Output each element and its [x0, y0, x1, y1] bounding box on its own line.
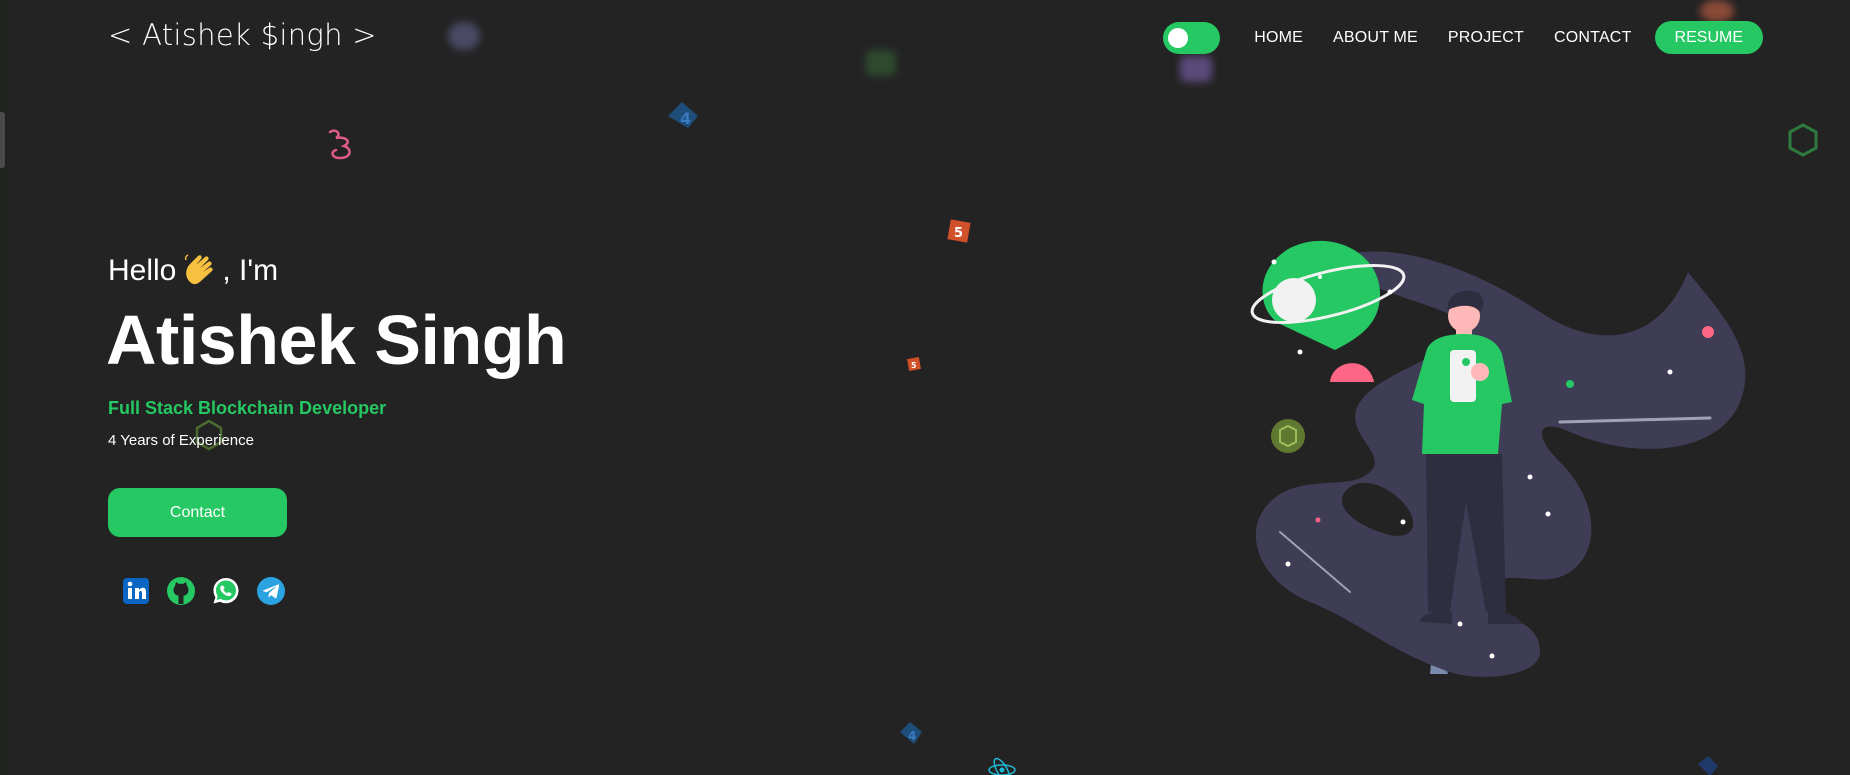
- angular-small-icon: 4: [900, 722, 922, 744]
- hero-name: Atishek Singh: [106, 301, 567, 379]
- greeting: Hello , I'm: [108, 252, 278, 290]
- github-icon: [166, 576, 195, 605]
- social-links: [119, 574, 299, 607]
- floating-blurred-icon: [1700, 0, 1734, 22]
- html5-small-icon: 5: [907, 357, 921, 371]
- whatsapp-icon: [213, 577, 238, 603]
- contact-button[interactable]: Contact: [108, 488, 287, 537]
- toggle-knob: [1168, 27, 1189, 48]
- hero-role: Full Stack Blockchain Developer: [108, 398, 387, 418]
- whatsapp-link[interactable]: [209, 574, 242, 607]
- nav-link-project[interactable]: PROJECT: [1448, 29, 1524, 47]
- floating-blurred-icon: [448, 22, 480, 50]
- floating-blurred-icon: [866, 50, 896, 76]
- svg-text:5: 5: [954, 226, 963, 241]
- nav-link-home[interactable]: HOME: [1254, 29, 1303, 47]
- scrollbar-handle[interactable]: [0, 112, 5, 168]
- nav-link-about[interactable]: ABOUT ME: [1333, 29, 1418, 47]
- svg-text:4: 4: [908, 729, 916, 743]
- main-nav: HOME ABOUT ME PROJECT CONTACT RESUME: [1163, 21, 1763, 54]
- github-link[interactable]: [164, 574, 197, 607]
- angular-icon: 4: [668, 102, 698, 128]
- theme-toggle[interactable]: [1163, 21, 1221, 54]
- html5-icon: 5: [947, 219, 971, 243]
- space-developer-illustration: [1250, 240, 1746, 677]
- svg-text:5: 5: [911, 361, 917, 370]
- react-icon: [988, 757, 1016, 775]
- linkedin-link[interactable]: [119, 574, 152, 607]
- greeting-im: , I'm: [222, 254, 279, 287]
- svg-text:4: 4: [680, 109, 691, 128]
- floating-blue-icon: [1698, 756, 1718, 775]
- resume-button[interactable]: RESUME: [1654, 21, 1763, 54]
- greeting-hello: Hello: [108, 254, 177, 287]
- waving-hand-icon: [185, 254, 214, 285]
- telegram-link[interactable]: [254, 574, 287, 607]
- linkedin-icon: [122, 577, 149, 604]
- hero-experience: 4 Years of Experience: [108, 432, 254, 449]
- floating-blurred-icon: [1180, 56, 1212, 82]
- telegram-icon: [256, 576, 285, 605]
- page: 4 5 5 4 < Atishek $ingh > HOME ABOUT ME …: [0, 0, 1850, 775]
- site-logo[interactable]: < Atishek $ingh >: [108, 18, 377, 52]
- nodejs-outline-icon: [1788, 123, 1818, 157]
- window-edge: [0, 0, 7, 775]
- pinkish-icon: [328, 129, 351, 160]
- nav-link-contact[interactable]: CONTACT: [1554, 29, 1632, 47]
